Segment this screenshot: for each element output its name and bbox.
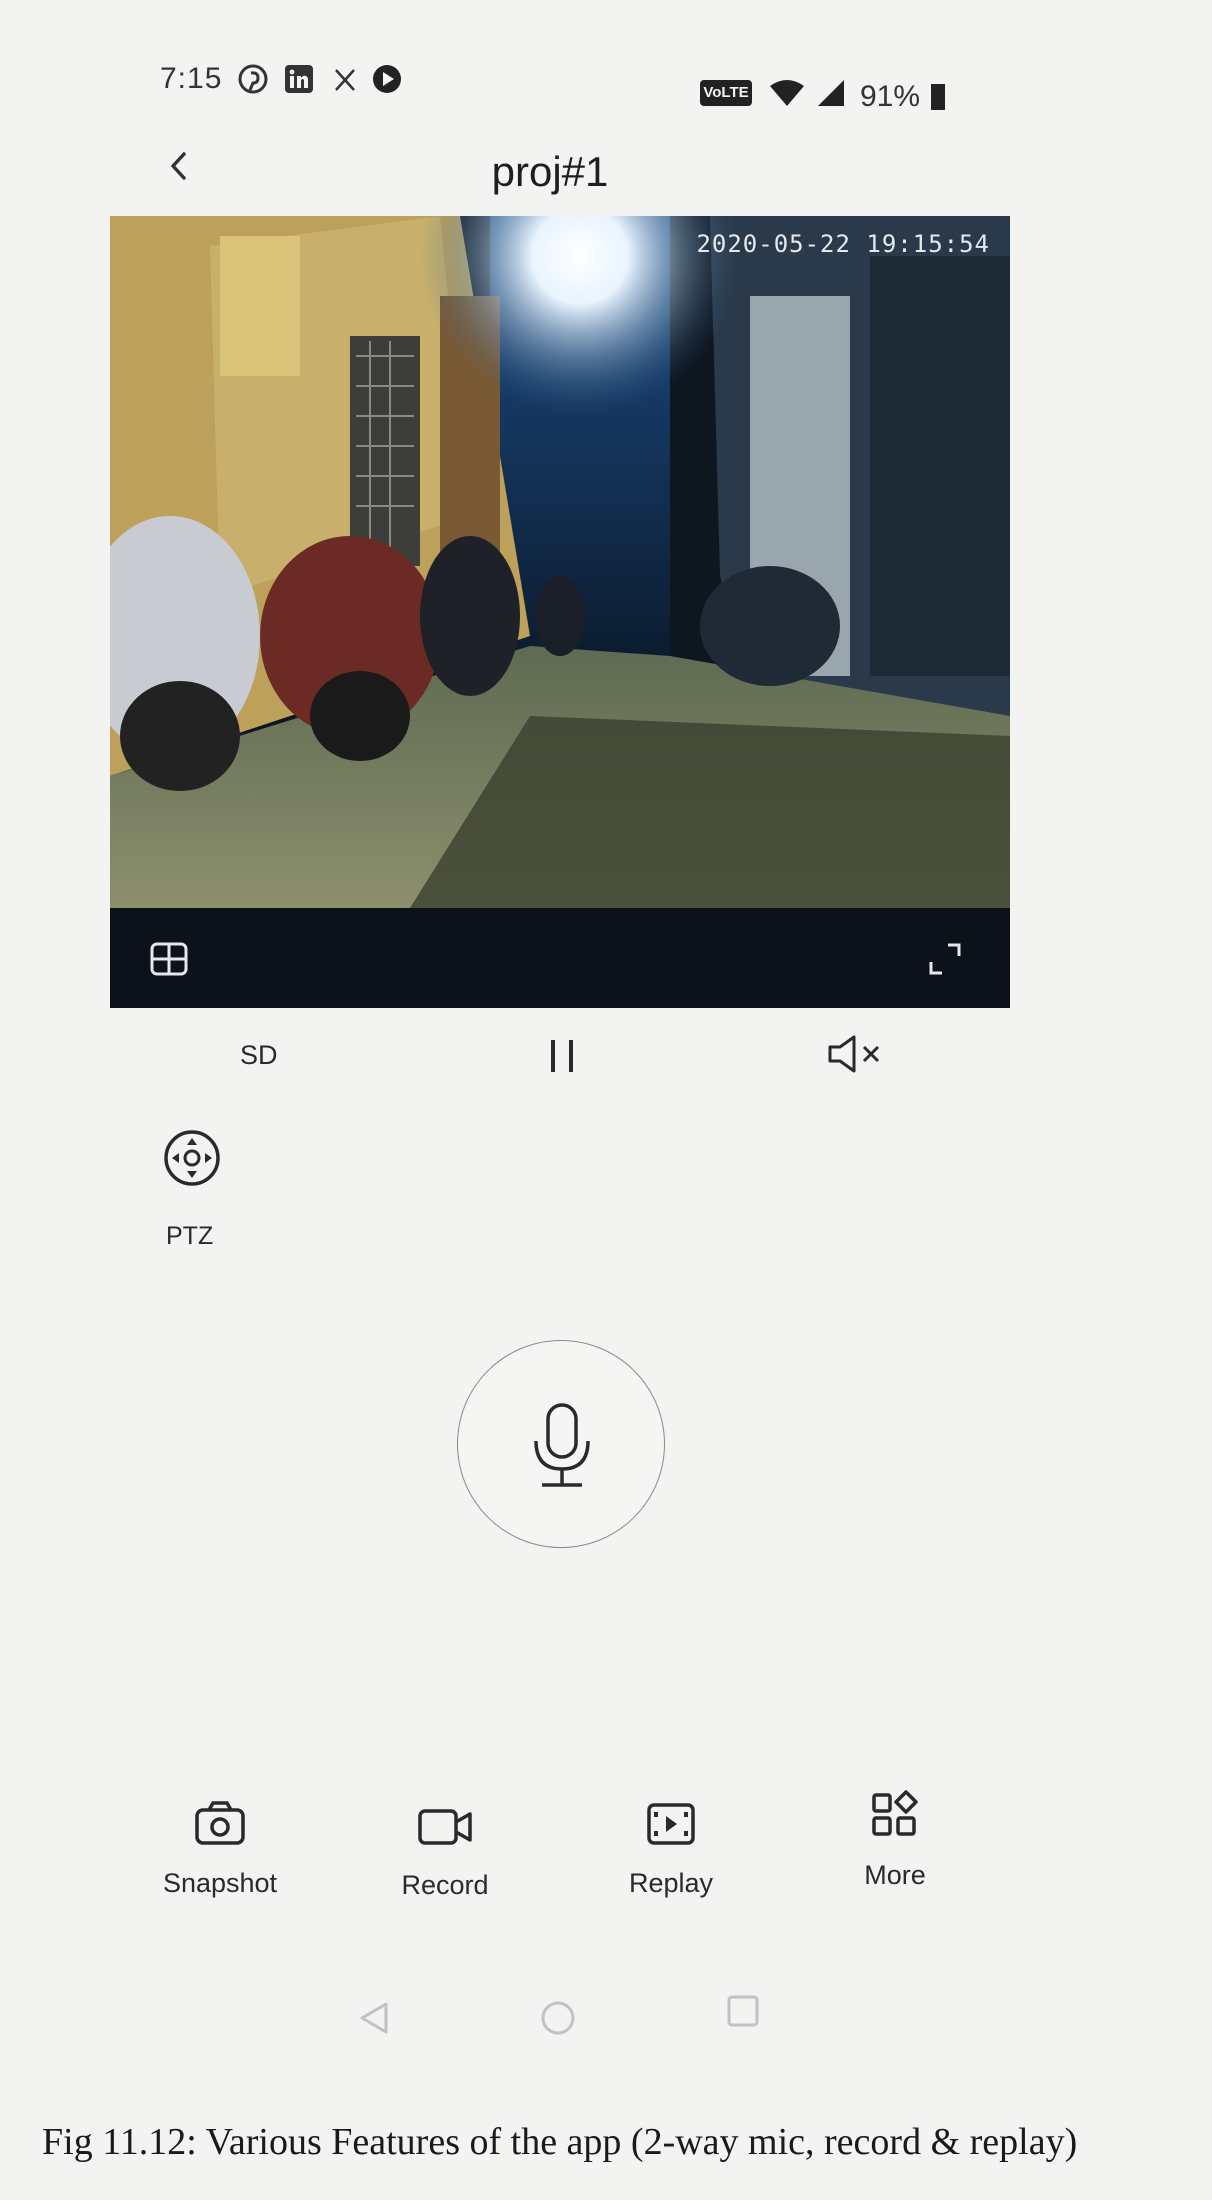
record-button[interactable]: Record bbox=[370, 1806, 520, 1901]
replay-button[interactable]: Replay bbox=[596, 1802, 746, 1899]
cellular-signal-icon bbox=[818, 80, 844, 106]
more-label: More bbox=[864, 1860, 926, 1890]
film-replay-icon bbox=[647, 1803, 695, 1845]
video-control-bar bbox=[110, 908, 1010, 1008]
snapshot-label: Snapshot bbox=[162, 1868, 278, 1898]
quality-sd-button[interactable]: SD bbox=[240, 1040, 278, 1071]
page-title: proj#1 bbox=[491, 148, 609, 195]
camera-video-feed[interactable]: 2020-05-22 19:15:54 bbox=[110, 216, 1010, 1008]
apps-more-icon bbox=[872, 1790, 918, 1836]
volte-icon: VoLTE bbox=[700, 80, 752, 106]
microphone-icon bbox=[534, 1403, 590, 1487]
wifi-icon bbox=[770, 80, 804, 106]
youtube-play-icon bbox=[373, 65, 401, 93]
video-camera-icon bbox=[418, 1809, 472, 1845]
linkedin-icon bbox=[285, 65, 313, 93]
back-triangle-icon[interactable] bbox=[356, 2000, 392, 2036]
camera-icon bbox=[195, 1801, 245, 1845]
snapshot-button[interactable]: Snapshot bbox=[145, 1800, 295, 1899]
battery-icon bbox=[931, 84, 945, 110]
battery-percent: 91% bbox=[860, 80, 921, 113]
record-label: Record bbox=[401, 1870, 489, 1900]
ptz-label: PTZ bbox=[166, 1222, 214, 1250]
ptz-direction-icon[interactable] bbox=[162, 1128, 222, 1188]
status-time: 7:15 bbox=[160, 62, 223, 95]
pause-button[interactable] bbox=[545, 1036, 581, 1076]
pinterest-icon bbox=[238, 64, 268, 94]
video-timestamp: 2020-05-22 19:15:54 bbox=[696, 230, 990, 258]
more-button[interactable]: More bbox=[820, 1790, 970, 1891]
grid-layout-icon[interactable] bbox=[150, 942, 188, 976]
speaker-muted-icon[interactable] bbox=[826, 1032, 888, 1076]
figure-caption: Fig 11.12: Various Features of the app (… bbox=[42, 2121, 1078, 2163]
fullscreen-icon[interactable] bbox=[928, 942, 962, 976]
replay-label: Replay bbox=[628, 1868, 714, 1898]
x-icon bbox=[335, 69, 355, 91]
mic-button[interactable] bbox=[457, 1340, 665, 1548]
camera-scene bbox=[110, 216, 1010, 908]
home-circle-icon[interactable] bbox=[540, 2000, 576, 2036]
recents-square-icon[interactable] bbox=[726, 1994, 760, 2028]
